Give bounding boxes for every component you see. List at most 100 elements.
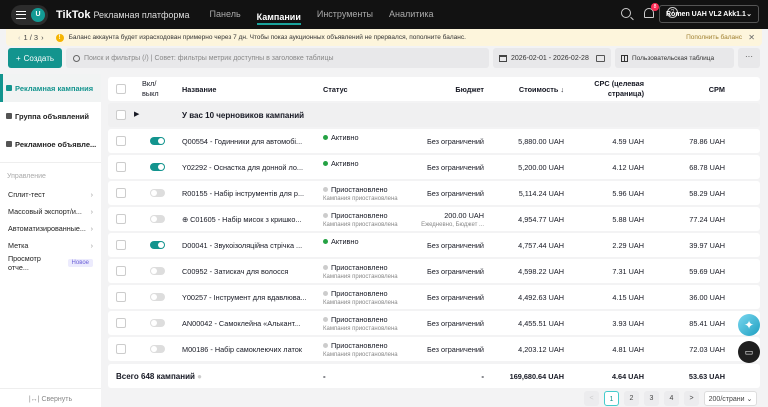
budget-value: Без ограничений — [426, 319, 484, 328]
table-row[interactable]: Y00257 - Інструмент для вдавлюва... Прио… — [108, 285, 760, 309]
campaign-name[interactable]: R00155 - Набір інструментів для р... — [182, 189, 307, 198]
menu-button[interactable]: U — [11, 4, 48, 25]
budget-value: Без ограничений — [426, 189, 484, 198]
table-row[interactable]: Y02292 - Оснастка для донной ло... Актив… — [108, 155, 760, 179]
status-toggle[interactable] — [150, 345, 165, 353]
select-all-checkbox[interactable] — [116, 84, 126, 94]
search-icon — [73, 54, 80, 62]
date-range-picker[interactable]: 2026-02-01 - 2026-02-28 — [493, 48, 611, 68]
cpc-cell: 7.31 UAH — [612, 267, 644, 276]
brand: TikTok — [56, 8, 91, 21]
table-row[interactable]: D00041 - Звукоізоляційна стрічка ... Акт… — [108, 233, 760, 257]
row-checkbox[interactable] — [116, 136, 126, 146]
table-row[interactable]: R00155 - Набір інструментів для р... При… — [108, 181, 760, 205]
ai-assistant-icon[interactable]: ✦ — [738, 314, 760, 336]
status-toggle[interactable] — [150, 189, 165, 197]
bell-icon[interactable]: 8 — [644, 2, 659, 18]
row-checkbox[interactable] — [116, 318, 126, 328]
compare-icon[interactable] — [596, 54, 605, 62]
status-toggle[interactable] — [150, 267, 165, 275]
collapse-button[interactable]: |↔| Свернуть — [0, 388, 101, 403]
cpc-cell: 2.29 UAH — [612, 241, 644, 250]
status-text: Активно — [331, 159, 359, 168]
table-row[interactable]: M00186 - Набір самоклеючих латок Приоста… — [108, 337, 760, 361]
status-toggle[interactable] — [150, 241, 165, 249]
campaign-name[interactable]: Q00554 - Годинники для автомобі... — [182, 137, 307, 146]
row-checkbox[interactable] — [116, 162, 126, 172]
campaign-name[interactable]: Y02292 - Оснастка для донной ло... — [182, 163, 307, 172]
create-button[interactable]: + Создать — [8, 48, 62, 68]
nav-analytics[interactable]: Аналитика — [389, 0, 434, 29]
account-selector[interactable]: Romen UAH VL2 Akk1.1 ⌄ — [659, 5, 759, 23]
sidebar-link-split-test[interactable]: Сплит-тест › — [0, 186, 101, 203]
campaign-name[interactable]: ⊕ C01605 - Набір мисок з кришко... — [182, 215, 307, 224]
campaign-name[interactable]: M00186 - Набір самоклеючих латок — [182, 345, 307, 354]
page-2[interactable]: 2 — [624, 391, 639, 406]
status-dot-icon — [323, 135, 328, 140]
campaign-name[interactable]: D00041 - Звукоізоляційна стрічка ... — [182, 241, 307, 250]
page-1[interactable]: 1 — [604, 391, 619, 406]
row-checkbox[interactable] — [116, 344, 126, 354]
chat-icon[interactable]: ▭ — [738, 341, 760, 363]
table-row[interactable]: C00952 - Затискач для волосся Приостанов… — [108, 259, 760, 283]
create-label: Создать — [23, 53, 55, 63]
status-toggle[interactable] — [150, 215, 165, 223]
status-toggle[interactable] — [150, 293, 165, 301]
status-toggle[interactable] — [150, 163, 165, 171]
campaign-name[interactable]: AN00042 - Самоклейна «Алькант... — [182, 319, 307, 328]
header-cpc[interactable]: CPC (целевая страница) — [584, 79, 644, 99]
campaign-name[interactable]: Y00257 - Інструмент для вдавлюва... — [182, 293, 307, 302]
row-checkbox[interactable] — [116, 292, 126, 302]
status-toggle[interactable] — [150, 319, 165, 327]
chevron-right-icon[interactable]: › — [41, 33, 44, 42]
caret-right-icon[interactable]: ▶ — [134, 110, 139, 118]
chevron-left-icon[interactable]: ‹ — [18, 33, 21, 42]
budget-subtext: Ежедневно, Бюджет ... — [421, 222, 484, 228]
custom-table-button[interactable]: Пользовательская таблица — [615, 48, 734, 68]
logo[interactable]: TikTok Рекламная платформа — [56, 9, 190, 21]
nav-dashboard[interactable]: Панель — [210, 0, 241, 29]
sidebar-item-ad-group[interactable]: Группа объявлений — [0, 102, 101, 130]
sidebar-link-automated[interactable]: Автоматизированные... › — [0, 220, 101, 237]
more-button[interactable]: ··· — [738, 48, 760, 68]
search-icon[interactable] — [621, 7, 631, 18]
row-checkbox[interactable] — [116, 240, 126, 250]
sidebar-link-bulk-export[interactable]: Массовый экспорт/и... › — [0, 203, 101, 220]
prev-page-button[interactable]: < — [584, 391, 599, 406]
row-checkbox[interactable] — [116, 188, 126, 198]
sidebar-item-ad[interactable]: Рекламное объявле... — [0, 130, 101, 158]
table-row[interactable]: AN00042 - Самоклейна «Алькант... Приоста… — [108, 311, 760, 335]
drafts-row[interactable]: ▶ У вас 10 черновиков кампаний — [108, 103, 760, 127]
close-icon[interactable]: ✕ — [748, 33, 755, 42]
table-row[interactable]: Q00554 - Годинники для автомобі... Актив… — [108, 129, 760, 153]
campaign-name[interactable]: C00952 - Затискач для волосся — [182, 267, 307, 276]
sidebar: Рекламная кампания Группа объявлений Рек… — [0, 74, 101, 407]
cost-cell: 4,455.51 UAH — [518, 319, 564, 328]
status-toggle[interactable] — [150, 137, 165, 145]
sidebar-link-reports[interactable]: Просмотр отче... Новое — [0, 254, 101, 272]
header-status[interactable]: Статус — [323, 85, 348, 94]
header-cpm[interactable]: CPM — [709, 85, 725, 94]
table-row[interactable]: ⊕ C01605 - Набір мисок з кришко... Приос… — [108, 207, 760, 231]
header-budget[interactable]: Бюджет — [455, 85, 484, 94]
page-4[interactable]: 4 — [664, 391, 679, 406]
avatar[interactable]: U — [31, 7, 45, 22]
sidebar-item-campaign[interactable]: Рекламная кампания — [0, 74, 101, 102]
cpc-cell: 4.12 UAH — [612, 163, 644, 172]
nav-campaigns[interactable]: Кампании — [256, 3, 301, 25]
nav-tools[interactable]: Инструменты — [317, 0, 373, 29]
banner-page: 1 / 3 — [23, 33, 39, 42]
budget-cell: Без ограничений — [384, 241, 484, 250]
top-up-link[interactable]: Пополнить баланс — [686, 34, 742, 41]
header-name[interactable]: Название — [182, 85, 216, 94]
page-3[interactable]: 3 — [644, 391, 659, 406]
page-size-select[interactable]: 200/страни ⌄ — [704, 391, 757, 406]
section-heading: Управление — [7, 173, 46, 180]
sidebar-link-label[interactable]: Метка › — [0, 237, 101, 254]
header-cost[interactable]: Стоимость ↓ — [519, 85, 564, 94]
next-page-button[interactable]: > — [684, 391, 699, 406]
search-input[interactable]: Поиск и фильтры (/) | Совет: фильтры мет… — [66, 48, 489, 68]
row-checkbox[interactable] — [116, 214, 126, 224]
row-checkbox[interactable] — [116, 266, 126, 276]
row-checkbox[interactable] — [116, 110, 126, 120]
